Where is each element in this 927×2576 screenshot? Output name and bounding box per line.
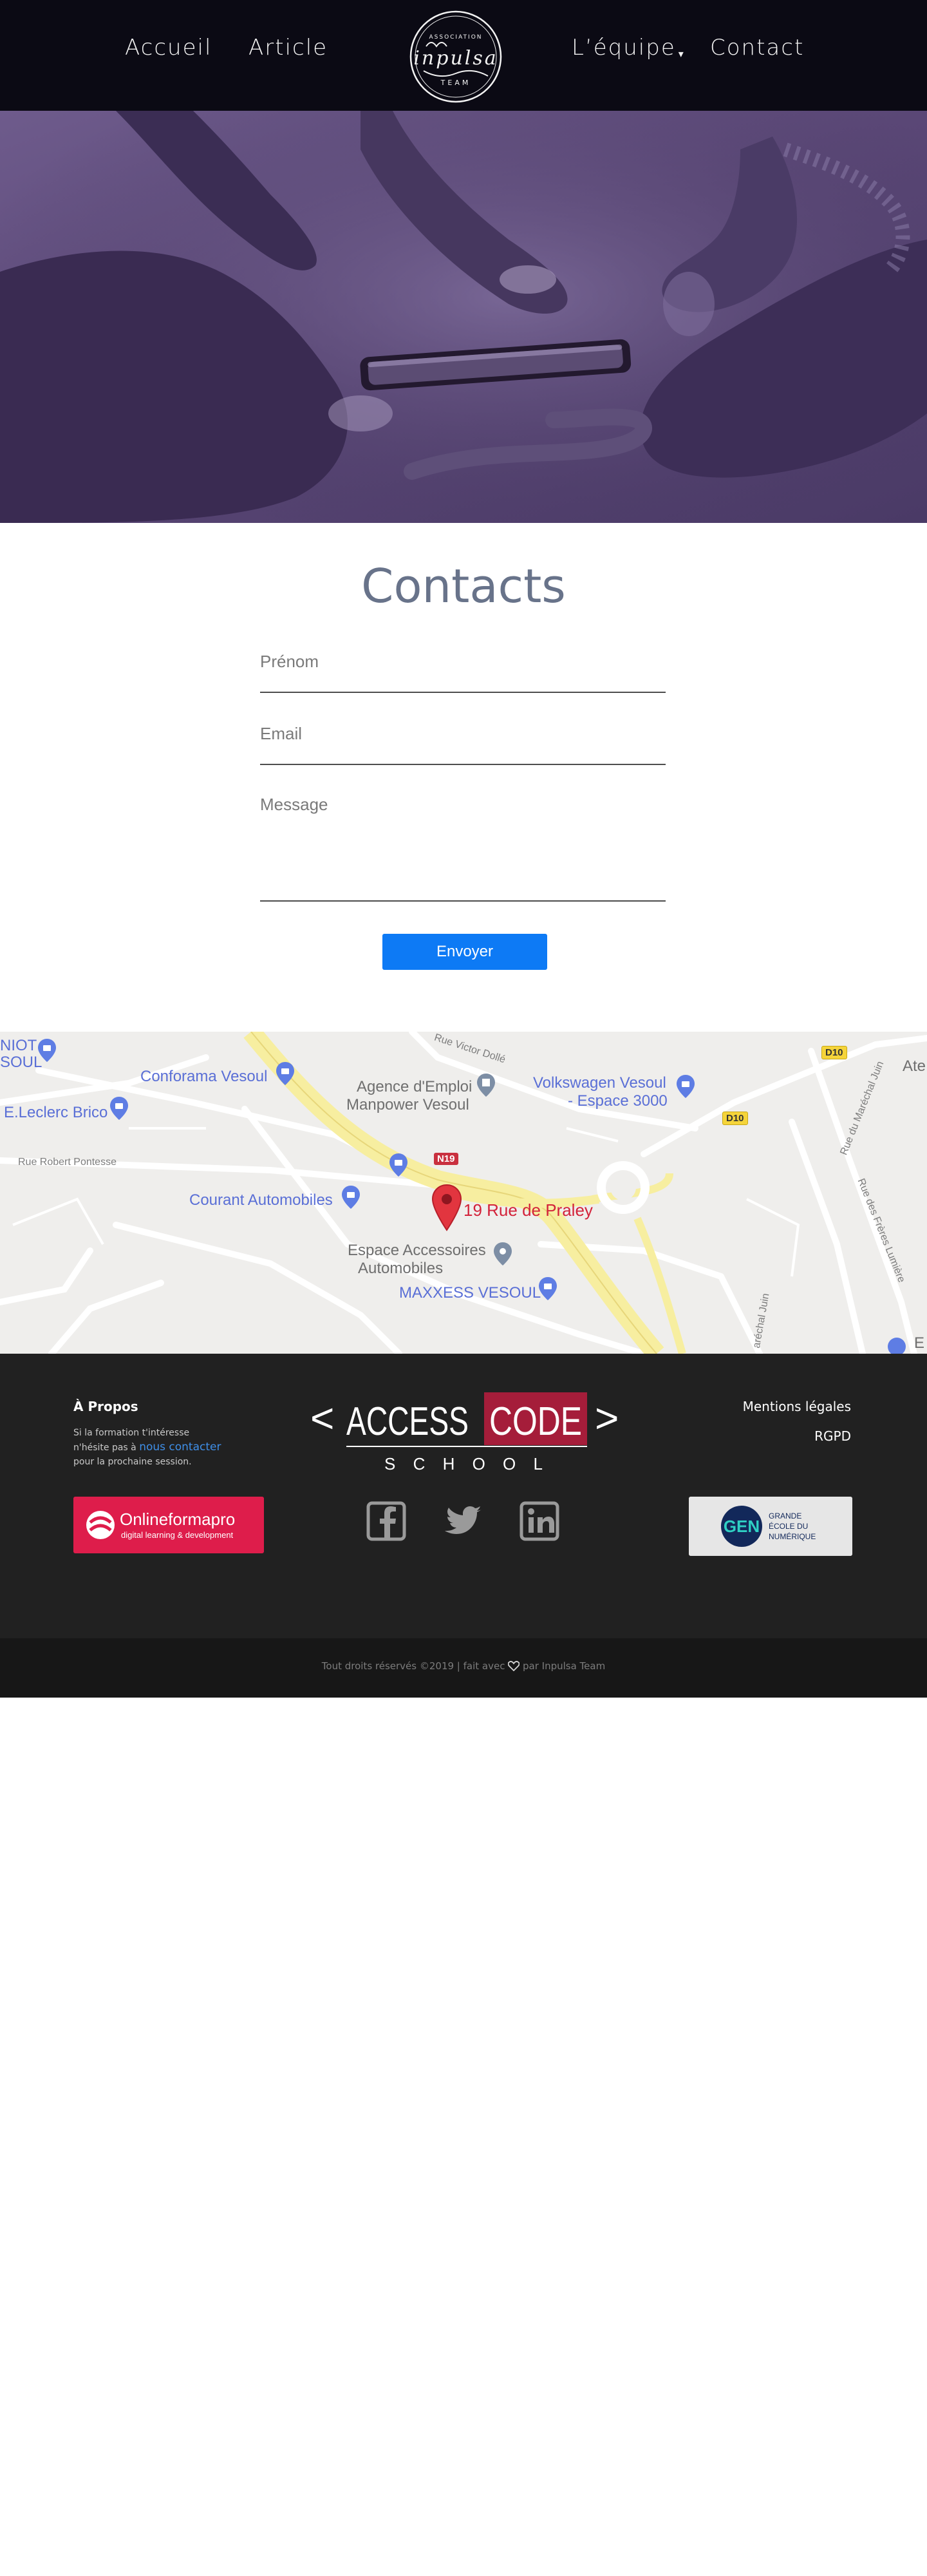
chevron-down-icon: ▾ <box>678 48 685 60</box>
shop-pin-icon[interactable] <box>538 1276 557 1301</box>
route-tag-n19: N19 <box>434 1153 458 1165</box>
linkedin-icon[interactable] <box>519 1501 560 1542</box>
copyright-bar: Tout droits réservés ©2019 | fait avec p… <box>0 1638 927 1698</box>
nav-link-accueil[interactable]: Accueil <box>125 35 212 61</box>
map-pin-label[interactable]: 19 Rue de Praley <box>464 1200 593 1220</box>
twitter-icon[interactable] <box>443 1501 484 1542</box>
hero-banner <box>0 111 927 523</box>
shop-pin-icon[interactable] <box>109 1096 129 1121</box>
shop-pin-icon[interactable] <box>276 1061 295 1086</box>
onlineformapro-logo[interactable]: Onlineformapro digital learning & develo… <box>73 1497 264 1553</box>
contact-title: Contacts <box>361 559 566 613</box>
email-placeholder: Email <box>260 724 303 743</box>
place-pin-icon[interactable] <box>493 1242 512 1266</box>
logo-bottom-text: TEAM <box>440 79 471 87</box>
location-pin-icon[interactable] <box>431 1184 462 1231</box>
route-tag-d10: D10 <box>821 1046 847 1059</box>
shop-pin-icon[interactable] <box>389 1153 408 1177</box>
office-pin-icon[interactable] <box>476 1073 496 1097</box>
map-place-label[interactable]: Espace Accessoires <box>348 1242 486 1260</box>
brand-school: S C H O O L <box>384 1454 549 1473</box>
svg-text:GEN: GEN <box>724 1517 760 1536</box>
map-place-label[interactable]: Agence d'Emploi <box>357 1078 472 1096</box>
hero-image <box>0 111 927 523</box>
brand-code: CODE <box>489 1399 582 1444</box>
route-tag-d10: D10 <box>722 1112 748 1125</box>
rgpd-link[interactable]: RGPD <box>814 1428 851 1444</box>
nav-link-contact[interactable]: Contact <box>710 35 804 61</box>
message-placeholder: Message <box>260 795 328 814</box>
brand-left-bracket: < <box>310 1395 334 1441</box>
copyright-before: Tout droits réservés ©2019 | fait avec <box>321 1660 509 1672</box>
map-place-label[interactable]: - Espace 3000 <box>568 1092 668 1110</box>
inpulsa-team-logo[interactable]: ASSOCIATION inpulsa TEAM <box>404 9 507 104</box>
onlineformapro-tagline: digital learning & development <box>121 1530 234 1540</box>
copyright-after: par Inpulsa Team <box>520 1660 606 1672</box>
nav-link-article[interactable]: Article <box>248 35 328 61</box>
about-title: À Propos <box>73 1399 138 1414</box>
shop-pin-icon[interactable] <box>676 1074 695 1099</box>
map-road-label: Rue Robert Pontesse <box>18 1157 117 1168</box>
grande-ecole-numerique-logo[interactable]: GEN GRANDE ÉCOLE DU NUMÉRIQUE <box>689 1497 852 1556</box>
map-place-label[interactable]: Conforama Vesoul <box>140 1068 267 1086</box>
map-place-label[interactable]: Volkswagen Vesoul <box>533 1074 666 1092</box>
facebook-icon[interactable] <box>366 1501 407 1542</box>
nav-link-equipe-label: L’équipe <box>572 35 676 61</box>
gen-line-2: ÉCOLE DU <box>769 1521 808 1531</box>
map-place-label[interactable]: E <box>914 1334 924 1352</box>
map-place-label[interactable]: Manpower Vesoul <box>346 1096 469 1114</box>
map-place-label[interactable]: NIOT <box>0 1037 37 1055</box>
logo-name: inpulsa <box>413 47 498 70</box>
gen-line-3: NUMÉRIQUE <box>769 1531 816 1541</box>
shop-pin-icon[interactable] <box>887 1337 906 1354</box>
shop-pin-icon[interactable] <box>341 1185 360 1209</box>
top-navbar: Accueil Article ASSOCIATION inpulsa TEAM… <box>0 0 927 111</box>
access-code-school-logo[interactable]: < ACCESS CODE > S C H O O L <box>310 1392 619 1476</box>
firstname-placeholder: Prénom <box>260 652 319 671</box>
contact-us-link[interactable]: nous contacter <box>139 1441 221 1454</box>
brand-right-bracket: > <box>595 1395 619 1441</box>
map-place-label[interactable]: MAXXESS VESOUL <box>399 1284 541 1302</box>
gen-line-1: GRANDE <box>769 1511 801 1520</box>
map-place-label[interactable]: Courant Automobiles <box>189 1191 333 1209</box>
map-place-label[interactable]: Ate <box>903 1057 926 1075</box>
firstname-field[interactable]: Prénom <box>260 652 666 693</box>
map-place-label[interactable]: SOUL <box>0 1054 42 1072</box>
about-text-after: pour la prochaine session. <box>73 1457 192 1467</box>
send-button[interactable]: Envoyer <box>382 934 547 970</box>
map-place-label[interactable]: Automobiles <box>358 1260 443 1278</box>
heart-icon <box>508 1661 520 1671</box>
location-map[interactable]: NIOT SOUL Conforama Vesoul E.Leclerc Bri… <box>0 1032 927 1354</box>
copyright-text: Tout droits réservés ©2019 | fait avec p… <box>0 1660 927 1672</box>
logo-top-text: ASSOCIATION <box>429 34 482 41</box>
about-text: Si la formation t'intéresse n'hésite pas… <box>73 1426 228 1469</box>
nav-link-equipe[interactable]: L’équipe ▾ <box>572 35 685 61</box>
onlineformapro-name: Onlineformapro <box>120 1510 235 1529</box>
shop-pin-icon[interactable] <box>37 1038 57 1063</box>
map-place-label[interactable]: E.Leclerc Brico <box>4 1104 108 1122</box>
footer: À Propos Si la formation t'intéresse n'h… <box>0 1354 927 1638</box>
brand-access: ACCESS <box>346 1399 469 1444</box>
email-field[interactable]: Email <box>260 724 666 765</box>
legal-notice-link[interactable]: Mentions légales <box>743 1399 851 1414</box>
message-field[interactable]: Message <box>260 795 666 902</box>
